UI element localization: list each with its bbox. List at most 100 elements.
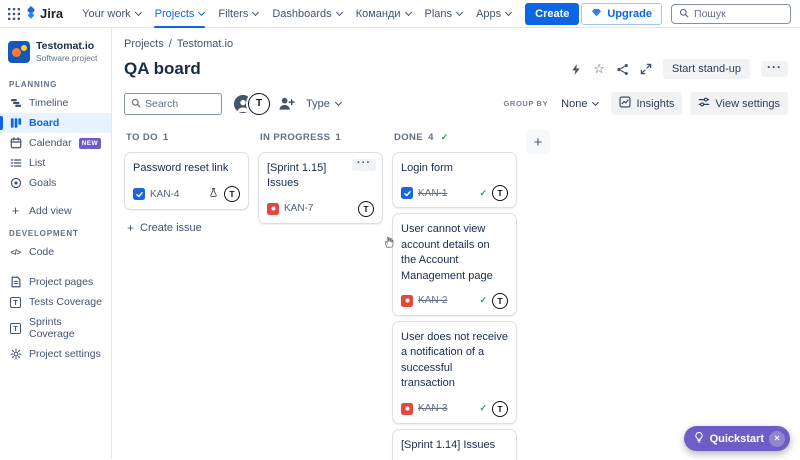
nav-item-dashboards[interactable]: Dashboards: [265, 0, 348, 28]
page-title: QA board: [124, 59, 201, 79]
nav-item-teams[interactable]: Команди: [349, 0, 418, 28]
add-people-icon[interactable]: [278, 96, 295, 111]
breadcrumb-projects-link[interactable]: Projects: [124, 38, 164, 50]
nav-item-plans[interactable]: Plans: [418, 0, 470, 28]
board-card-kan6[interactable]: [Sprint 1.14] Issues KAN-6 ✓ T: [392, 429, 517, 460]
card-key: KAN-1: [418, 188, 447, 199]
chevron-down-icon: [592, 98, 599, 105]
assignee-filter-avatars: T: [232, 93, 270, 115]
board-column-inprogress: IN PROGRESS 1 ··· [Sprint 1.15] Issues K…: [258, 130, 383, 229]
automation-lightning-icon[interactable]: [570, 63, 582, 76]
fullscreen-expand-icon[interactable]: [640, 63, 652, 75]
assignee-avatar[interactable]: T: [492, 185, 508, 201]
breadcrumb: Projects / Testomat.io: [124, 38, 788, 50]
assignee-avatar[interactable]: T: [224, 186, 240, 202]
global-search-input[interactable]: [694, 8, 783, 20]
jira-logo[interactable]: Jira: [24, 5, 63, 23]
sidebar-item-project-settings[interactable]: Project settings: [0, 344, 111, 364]
star-favorite-icon[interactable]: ☆: [593, 62, 605, 75]
board-card-kan7[interactable]: ··· [Sprint 1.15] Issues KAN-7 T: [258, 152, 383, 224]
chevron-down-icon: [252, 8, 259, 15]
project-avatar: [8, 41, 30, 63]
insights-button[interactable]: Insights: [611, 92, 682, 115]
board-card-kan1[interactable]: Login form KAN-1 ✓ T: [392, 152, 517, 208]
card-key: KAN-3: [418, 403, 447, 414]
board-card-kan4[interactable]: Password reset link KAN-4 T: [124, 152, 249, 210]
board-column-todo: TO DO 1 Password reset link KAN-4 T: [124, 130, 249, 241]
type-filter-dropdown[interactable]: Type: [306, 98, 341, 110]
chevron-down-icon: [198, 8, 205, 15]
project-sidebar: Testomat.io Software project PLANNING Ti…: [0, 28, 112, 459]
user-filter-avatar[interactable]: T: [248, 93, 270, 115]
sidebar-item-goals[interactable]: Goals: [0, 173, 111, 193]
view-settings-button[interactable]: View settings: [690, 92, 788, 115]
start-standup-button[interactable]: Start stand-up: [663, 59, 750, 79]
close-icon[interactable]: ×: [769, 431, 785, 447]
sidebar-item-list[interactable]: List: [0, 153, 111, 173]
resolved-check-icon: ✓: [479, 295, 487, 306]
search-icon: [679, 5, 689, 23]
create-issue-button[interactable]: + Create issue: [124, 215, 249, 241]
sidebar-item-board[interactable]: Board: [0, 113, 111, 133]
assignee-avatar[interactable]: T: [358, 201, 374, 217]
gear-icon: [9, 348, 22, 360]
card-more-menu-button[interactable]: ···: [352, 159, 376, 171]
project-header[interactable]: Testomat.io Software project: [0, 38, 111, 73]
share-icon[interactable]: [616, 63, 629, 76]
sprints-coverage-icon: T: [10, 323, 21, 334]
board-more-menu-button[interactable]: ···: [761, 61, 788, 77]
assignee-avatar[interactable]: T: [492, 293, 508, 309]
nav-item-projects[interactable]: Projects: [148, 0, 212, 28]
board-toolbar: T Type GROUP BY None Insights View setti…: [124, 92, 788, 115]
chevron-down-icon: [456, 8, 463, 15]
column-done-check-icon: ✓: [441, 132, 449, 143]
breadcrumb-separator: /: [169, 38, 172, 50]
test-flask-icon: [208, 185, 219, 203]
nav-item-filters[interactable]: Filters: [211, 0, 265, 28]
card-key: KAN-7: [284, 203, 313, 214]
board-card-kan3[interactable]: User does not receive a notification of …: [392, 321, 517, 424]
sidebar-item-calendar[interactable]: Calendar NEW: [0, 133, 111, 153]
group-by-dropdown[interactable]: None: [556, 94, 603, 114]
sidebar-item-add-view[interactable]: + Add view: [0, 199, 111, 222]
add-column-button[interactable]: +: [526, 130, 550, 154]
board-card-kan2[interactable]: User cannot view account details on the …: [392, 213, 517, 316]
plus-icon: +: [9, 203, 22, 218]
board-icon: [9, 117, 22, 129]
chevron-down-icon: [505, 8, 512, 15]
new-badge: NEW: [79, 138, 101, 149]
nav-item-apps[interactable]: Apps: [469, 0, 518, 28]
task-type-icon: [133, 188, 145, 200]
card-title: [Sprint 1.14] Issues: [401, 438, 508, 453]
gem-icon: [591, 7, 602, 21]
sidebar-item-project-pages[interactable]: Project pages: [0, 272, 111, 292]
column-name: IN PROGRESS: [260, 132, 330, 143]
app-switcher-icon[interactable]: [8, 8, 20, 20]
sidebar-item-sprints-coverage[interactable]: T Sprints Coverage: [0, 312, 111, 344]
sidebar-item-code[interactable]: </> Code: [0, 242, 111, 262]
tests-coverage-icon: T: [10, 297, 21, 308]
assignee-avatar[interactable]: T: [492, 401, 508, 417]
board-search-input[interactable]: [145, 98, 215, 110]
chevron-down-icon: [404, 8, 411, 15]
breadcrumb-project-link[interactable]: Testomat.io: [177, 38, 233, 50]
section-label-planning: PLANNING: [0, 73, 111, 93]
plus-icon: +: [127, 222, 134, 234]
global-search[interactable]: [671, 4, 791, 24]
column-count: 4: [428, 132, 434, 143]
resolved-check-icon: ✓: [479, 188, 487, 199]
nav-item-your-work[interactable]: Your work: [75, 0, 148, 28]
quickstart-button[interactable]: Quickstart ×: [684, 426, 790, 451]
sidebar-divider: [0, 262, 111, 272]
upgrade-button[interactable]: Upgrade: [581, 3, 662, 25]
board-main-area: Projects / Testomat.io QA board ☆ Start …: [112, 28, 800, 459]
search-icon: [131, 95, 141, 113]
bug-type-icon: [401, 295, 413, 307]
sidebar-item-tests-coverage[interactable]: T Tests Coverage: [0, 292, 111, 312]
column-count: 1: [335, 132, 341, 143]
board-search[interactable]: [124, 93, 222, 115]
lightbulb-icon: [693, 431, 705, 447]
sidebar-item-timeline[interactable]: Timeline: [0, 93, 111, 113]
chevron-down-icon: [336, 8, 343, 15]
create-button[interactable]: Create: [525, 3, 579, 25]
